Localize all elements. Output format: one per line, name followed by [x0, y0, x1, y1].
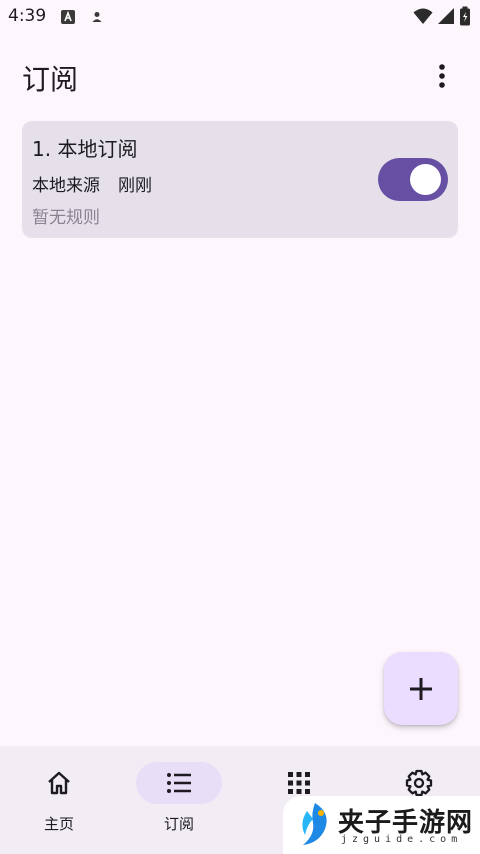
battery-icon [459, 6, 471, 30]
status-bar: 4:39 [0, 0, 480, 32]
status-icons [413, 6, 471, 30]
subscription-rules-status: 暂无规则 [32, 208, 100, 228]
settings-gear-icon [405, 769, 433, 797]
wifi-icon [413, 7, 433, 29]
subscription-title: 1. 本地订阅 [32, 137, 138, 161]
subscription-source: 本地来源 [32, 176, 100, 196]
switch-knob [410, 164, 441, 195]
watermark-url: jzguide.com [341, 834, 463, 845]
subscription-card[interactable]: 1. 本地订阅 本地来源 刚刚 暂无规则 [22, 121, 458, 238]
subscription-updated-time: 刚刚 [118, 176, 152, 196]
nav-item-subscriptions[interactable]: 订阅 [120, 746, 240, 854]
top-app-bar: 订阅 [0, 50, 480, 106]
nav-indicator [16, 762, 102, 804]
page-title: 订阅 [22, 63, 79, 96]
signal-icon [437, 7, 455, 29]
home-icon [48, 771, 70, 795]
person-notification-icon [90, 9, 104, 28]
nav-label-home: 主页 [43, 815, 74, 833]
subscription-enable-switch[interactable] [378, 158, 448, 201]
more-vert-icon [439, 64, 445, 88]
more-options-button[interactable] [426, 60, 458, 92]
nav-item-home[interactable]: 主页 [0, 746, 120, 854]
android-notification-icon [61, 9, 75, 28]
apps-grid-icon [288, 772, 310, 794]
add-subscription-button[interactable] [384, 652, 458, 725]
list-icon [167, 773, 191, 793]
add-icon [410, 677, 432, 700]
nav-indicator-active [136, 762, 222, 804]
status-time: 4:39 [8, 6, 47, 26]
watermark-logo-icon [302, 803, 327, 845]
subscription-meta: 本地来源 刚刚 [32, 171, 152, 196]
nav-label-subscriptions: 订阅 [163, 815, 194, 833]
watermark: 夹子手游网 jzguide.com [283, 796, 480, 854]
